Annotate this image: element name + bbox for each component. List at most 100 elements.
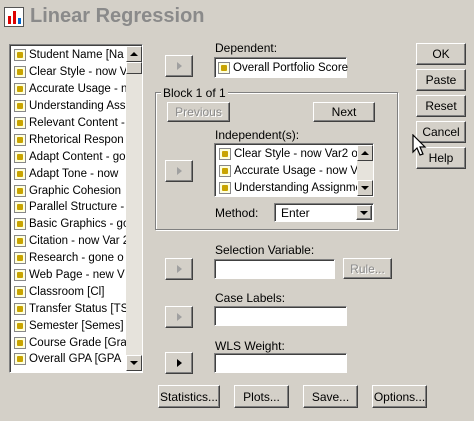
- variable-list-item[interactable]: Relevant Content -: [12, 115, 126, 132]
- block-label: Block 1 of 1: [161, 86, 228, 100]
- variable-list-item-label: Adapt Tone - now: [29, 167, 119, 180]
- scale-variable-icon: [14, 184, 26, 197]
- scale-variable-icon: [14, 133, 26, 146]
- variable-list-item-label: Web Page - new V: [29, 269, 125, 282]
- variable-list-item-label: Semester [Semes]: [29, 319, 124, 332]
- variable-list-item[interactable]: Classroom [Cl]: [12, 283, 126, 300]
- variable-list-item[interactable]: Adapt Tone - now: [12, 165, 126, 182]
- scale-variable-icon: [14, 252, 26, 265]
- scroll-up-button[interactable]: [126, 46, 142, 62]
- method-select[interactable]: Enter: [274, 203, 374, 222]
- variable-list-item[interactable]: Accurate Usage - n: [12, 81, 126, 98]
- selection-variable-label: Selection Variable:: [215, 243, 315, 257]
- chevron-down-icon[interactable]: [356, 205, 372, 220]
- case-labels-field[interactable]: [214, 306, 347, 326]
- independent-list-item-label: Clear Style - now Var2 o: [234, 148, 357, 161]
- title-bar: Linear Regression: [0, 0, 474, 36]
- selection-variable-field[interactable]: [214, 259, 335, 279]
- scale-variable-icon: [219, 165, 231, 178]
- variable-list-item-label: Basic Graphics - go: [29, 218, 126, 231]
- ok-button[interactable]: OK: [416, 43, 466, 65]
- scale-variable-icon: [14, 218, 26, 231]
- scale-variable-icon: [14, 100, 26, 113]
- independent-list-item-label: Understanding Assignme: [234, 182, 357, 195]
- variable-list-item[interactable]: Graphic Cohesion: [12, 182, 126, 199]
- scale-variable-icon: [14, 117, 26, 129]
- previous-button[interactable]: Previous: [167, 102, 230, 122]
- variable-list[interactable]: Student Name [Na Clear Style - now V Accur…: [9, 44, 143, 373]
- variable-list-item[interactable]: Student Name [Na: [12, 47, 126, 64]
- variable-list-item[interactable]: Semester [Semes]: [12, 317, 126, 334]
- reset-button[interactable]: Reset: [416, 95, 466, 117]
- scale-variable-icon: [14, 235, 26, 248]
- case-labels-label: Case Labels:: [215, 291, 286, 305]
- variable-list-item[interactable]: Parallel Structure -: [12, 199, 126, 216]
- variable-list-item[interactable]: Adapt Content - go: [12, 148, 126, 165]
- variable-list-item-label: Overall GPA [GPA: [29, 353, 122, 366]
- wls-weight-label: WLS Weight:: [215, 339, 285, 353]
- scroll-down-button[interactable]: [126, 355, 142, 371]
- variable-list-item[interactable]: Course Grade [Gra: [12, 334, 126, 351]
- variable-list-item[interactable]: Citation - now Var 2: [12, 233, 126, 250]
- variable-list-item-label: Research - gone o: [29, 252, 124, 265]
- dependent-field[interactable]: Overall Portfolio Score: [214, 57, 349, 78]
- save-button[interactable]: Save...: [303, 385, 358, 408]
- variable-list-item-label: Parallel Structure -: [29, 201, 125, 214]
- scale-variable-icon: [218, 61, 230, 74]
- move-to-dependent-button[interactable]: [165, 55, 193, 77]
- variable-list-item-label: Classroom [Cl]: [29, 285, 105, 298]
- scale-variable-icon: [14, 353, 26, 366]
- move-to-independents-button[interactable]: [165, 160, 193, 182]
- independents-label: Independent(s):: [215, 128, 300, 142]
- scale-variable-icon: [219, 148, 231, 161]
- scale-variable-icon: [14, 319, 26, 332]
- scale-variable-icon: [14, 66, 26, 79]
- variable-list-item-label: Clear Style - now V: [29, 66, 126, 79]
- method-label: Method:: [215, 206, 259, 220]
- variable-list-item[interactable]: Basic Graphics - go: [12, 216, 126, 233]
- dependent-label: Dependent:: [215, 41, 278, 55]
- variable-list-item[interactable]: Overall GPA [GPA: [12, 351, 126, 368]
- move-to-case-labels-button[interactable]: [165, 306, 193, 328]
- variable-list-item-label: Student Name [Na: [29, 49, 124, 62]
- variable-list-scrollbar[interactable]: [126, 46, 142, 371]
- paste-button[interactable]: Paste: [416, 69, 466, 91]
- scale-variable-icon: [14, 150, 26, 163]
- variable-list-item[interactable]: Understanding Assig: [12, 98, 126, 115]
- mouse-cursor-icon: [412, 134, 427, 156]
- independents-list[interactable]: Clear Style - now Var2 o Accurate Usage -…: [214, 143, 374, 197]
- indep-scroll-down-button[interactable]: [357, 180, 373, 196]
- variable-list-item[interactable]: Transfer Status [TS: [12, 300, 126, 317]
- variable-list-item[interactable]: Research - gone o: [12, 250, 126, 267]
- move-to-wls-button[interactable]: [165, 352, 193, 374]
- app-icon: [4, 7, 24, 27]
- variable-list-item-label: Citation - now Var 2: [29, 235, 126, 248]
- variable-list-item[interactable]: Rhetorical Respon: [12, 131, 126, 148]
- variable-list-item[interactable]: Web Page - new V: [12, 267, 126, 284]
- scale-variable-icon: [14, 201, 26, 214]
- independent-list-item[interactable]: Accurate Usage - now V: [217, 163, 357, 180]
- indep-scroll-up-button[interactable]: [357, 145, 373, 161]
- independent-list-item[interactable]: Understanding Assignme: [217, 180, 357, 196]
- independents-scrollbar[interactable]: [357, 145, 373, 196]
- plots-button[interactable]: Plots...: [234, 385, 289, 408]
- scale-variable-icon: [14, 285, 26, 298]
- wls-weight-field[interactable]: [214, 353, 347, 373]
- rule-button[interactable]: Rule...: [343, 258, 392, 279]
- independent-list-item[interactable]: Clear Style - now Var2 o: [217, 146, 357, 163]
- statistics-button[interactable]: Statistics...: [158, 385, 220, 408]
- dependent-value: Overall Portfolio Score: [233, 61, 349, 74]
- next-button[interactable]: Next: [313, 102, 375, 122]
- variable-list-item-label: Accurate Usage - n: [29, 83, 126, 96]
- scale-variable-icon: [219, 182, 231, 195]
- variable-list-item-label: Relevant Content -: [29, 117, 125, 129]
- variable-list-item-label: Transfer Status [TS: [29, 302, 126, 315]
- variable-list-item-label: Course Grade [Gra: [29, 336, 126, 349]
- move-to-selection-button[interactable]: [165, 258, 193, 280]
- scroll-thumb[interactable]: [126, 62, 142, 74]
- variable-list-item[interactable]: Clear Style - now V: [12, 64, 126, 81]
- options-button[interactable]: Options...: [372, 385, 427, 408]
- variable-list-item-label: Adapt Content - go: [29, 150, 126, 163]
- window-title: Linear Regression: [30, 5, 205, 27]
- scale-variable-icon: [14, 167, 26, 180]
